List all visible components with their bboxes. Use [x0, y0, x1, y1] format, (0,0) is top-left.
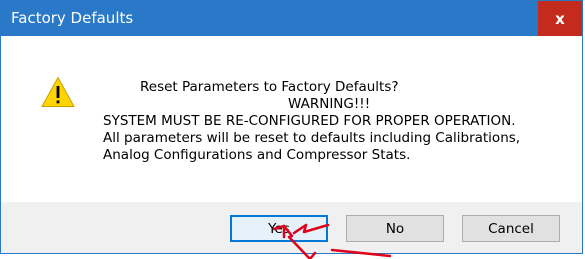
close-icon: x	[555, 9, 565, 28]
message-line-question: Reset Parameters to Factory Defaults?	[140, 79, 399, 95]
factory-defaults-dialog: Factory Defaults x Reset Parameters to F…	[0, 0, 583, 254]
close-button[interactable]: x	[538, 1, 582, 36]
message-line-analog: Analog Configurations and Compressor Sta…	[103, 147, 411, 163]
warning-icon	[41, 76, 75, 107]
message-line-parameters: All parameters will be reset to defaults…	[103, 130, 521, 146]
cancel-button[interactable]: Cancel	[462, 215, 560, 242]
message-line-system: SYSTEM MUST BE RE-CONFIGURED FOR PROPER …	[103, 113, 516, 129]
title-bar: Factory Defaults x	[1, 1, 582, 36]
red-arrow-annotation	[272, 223, 392, 259]
dialog-message: Reset Parameters to Factory Defaults? WA…	[103, 79, 558, 164]
message-line-warning: WARNING!!!	[288, 96, 371, 112]
dialog-content: Reset Parameters to Factory Defaults? WA…	[1, 36, 582, 202]
dialog-title: Factory Defaults	[11, 9, 134, 27]
